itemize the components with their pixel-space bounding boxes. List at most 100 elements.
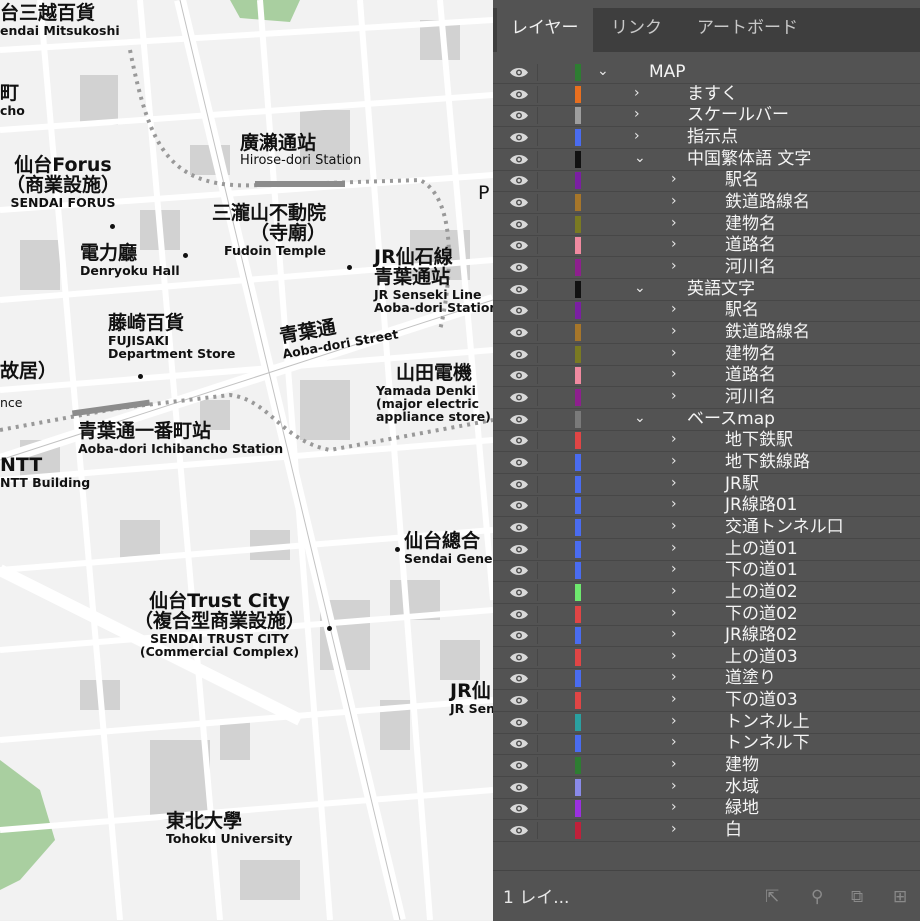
eye-icon[interactable] bbox=[509, 153, 529, 166]
chevron-right-icon[interactable]: › bbox=[671, 496, 677, 512]
layer-row[interactable]: › JR駅 bbox=[493, 474, 920, 496]
layer-name[interactable]: 建物名 bbox=[725, 214, 776, 235]
eye-icon[interactable] bbox=[509, 283, 529, 296]
layer-name[interactable]: 指示点 bbox=[687, 127, 738, 148]
layer-row[interactable]: › JR線路02 bbox=[493, 625, 920, 647]
layer-name[interactable]: トンネル上 bbox=[725, 712, 810, 733]
lock-slot[interactable] bbox=[537, 172, 538, 189]
layer-name[interactable]: MAP bbox=[649, 62, 686, 83]
lock-slot[interactable] bbox=[537, 627, 538, 644]
lock-slot[interactable] bbox=[537, 86, 538, 103]
chevron-down-icon[interactable]: ⌄ bbox=[634, 410, 646, 426]
lock-slot[interactable] bbox=[537, 757, 538, 774]
chevron-right-icon[interactable]: › bbox=[671, 756, 677, 772]
lock-slot[interactable] bbox=[537, 302, 538, 319]
eye-icon[interactable] bbox=[509, 629, 529, 642]
chevron-right-icon[interactable]: › bbox=[671, 821, 677, 837]
layer-row[interactable]: › ますく bbox=[493, 84, 920, 106]
layer-row[interactable]: ⌄ 英語文字 bbox=[493, 279, 920, 301]
layer-row[interactable]: › 道路名 bbox=[493, 365, 920, 387]
eye-icon[interactable] bbox=[509, 196, 529, 209]
eye-icon[interactable] bbox=[509, 369, 529, 382]
tab-links[interactable]: リンク bbox=[597, 8, 676, 52]
chevron-right-icon[interactable]: › bbox=[671, 778, 677, 794]
layer-row[interactable]: › 緑地 bbox=[493, 798, 920, 820]
layer-row[interactable]: › 白 bbox=[493, 820, 920, 842]
chevron-right-icon[interactable]: › bbox=[671, 561, 677, 577]
eye-icon[interactable] bbox=[509, 672, 529, 685]
eye-icon[interactable] bbox=[509, 478, 529, 491]
layer-row[interactable]: › 上の道02 bbox=[493, 582, 920, 604]
map-canvas[interactable]: 台三越百貨 endai Mitsukoshi 町 cho 廣瀨通站 Hirose… bbox=[0, 0, 493, 920]
eye-icon[interactable] bbox=[509, 564, 529, 577]
layer-row[interactable]: › 上の道01 bbox=[493, 539, 920, 561]
eye-icon[interactable] bbox=[509, 66, 529, 79]
layer-name[interactable]: JR駅 bbox=[725, 474, 759, 495]
chevron-right-icon[interactable]: › bbox=[671, 713, 677, 729]
layer-row[interactable]: ⌄ 中国繁体語 文字 bbox=[493, 149, 920, 171]
layer-name[interactable]: 下の道03 bbox=[725, 690, 798, 711]
chevron-right-icon[interactable]: › bbox=[671, 193, 677, 209]
chevron-right-icon[interactable]: › bbox=[634, 85, 640, 101]
layer-row[interactable]: › 鉄道路線名 bbox=[493, 192, 920, 214]
eye-icon[interactable] bbox=[509, 694, 529, 707]
layer-row[interactable]: › 道塗り bbox=[493, 668, 920, 690]
chevron-right-icon[interactable]: › bbox=[671, 583, 677, 599]
lock-slot[interactable] bbox=[537, 194, 538, 211]
collect-icon[interactable]: ⧉ bbox=[851, 887, 871, 907]
new-sublayer-icon[interactable]: ⊞ bbox=[893, 887, 913, 907]
chevron-right-icon[interactable]: › bbox=[671, 734, 677, 750]
chevron-right-icon[interactable]: › bbox=[671, 453, 677, 469]
lock-slot[interactable] bbox=[537, 562, 538, 579]
lock-slot[interactable] bbox=[537, 822, 538, 839]
eye-icon[interactable] bbox=[509, 174, 529, 187]
lock-slot[interactable] bbox=[537, 237, 538, 254]
eye-icon[interactable] bbox=[509, 304, 529, 317]
chevron-right-icon[interactable]: › bbox=[671, 540, 677, 556]
eye-icon[interactable] bbox=[509, 781, 529, 794]
eye-icon[interactable] bbox=[509, 456, 529, 469]
eye-icon[interactable] bbox=[509, 651, 529, 664]
layer-name[interactable]: 上の道01 bbox=[725, 539, 798, 560]
lock-slot[interactable] bbox=[537, 324, 538, 341]
eye-icon[interactable] bbox=[509, 802, 529, 815]
lock-slot[interactable] bbox=[537, 800, 538, 817]
chevron-down-icon[interactable]: ⌄ bbox=[597, 63, 609, 79]
lock-slot[interactable] bbox=[537, 107, 538, 124]
layer-row[interactable]: › スケールバー bbox=[493, 105, 920, 127]
layer-row[interactable]: › 地下鉄駅 bbox=[493, 430, 920, 452]
lock-slot[interactable] bbox=[537, 476, 538, 493]
tab-artboards[interactable]: アートボード bbox=[683, 8, 812, 52]
eye-icon[interactable] bbox=[509, 239, 529, 252]
tab-layers[interactable]: レイヤー bbox=[497, 8, 593, 52]
chevron-right-icon[interactable]: › bbox=[671, 605, 677, 621]
eye-icon[interactable] bbox=[509, 716, 529, 729]
lock-slot[interactable] bbox=[537, 649, 538, 666]
eye-icon[interactable] bbox=[509, 434, 529, 447]
eye-icon[interactable] bbox=[509, 608, 529, 621]
layer-name[interactable]: 緑地 bbox=[725, 798, 759, 819]
lock-slot[interactable] bbox=[537, 541, 538, 558]
chevron-right-icon[interactable]: › bbox=[671, 366, 677, 382]
layer-row[interactable]: › トンネル上 bbox=[493, 712, 920, 734]
chevron-right-icon[interactable]: › bbox=[671, 475, 677, 491]
layer-name[interactable]: スケールバー bbox=[687, 105, 789, 126]
layer-name[interactable]: 上の道03 bbox=[725, 647, 798, 668]
lock-slot[interactable] bbox=[537, 454, 538, 471]
lock-slot[interactable] bbox=[537, 606, 538, 623]
lock-slot[interactable] bbox=[537, 151, 538, 168]
eye-icon[interactable] bbox=[509, 261, 529, 274]
chevron-right-icon[interactable]: › bbox=[671, 626, 677, 642]
layer-row[interactable]: › 交通トンネル口 bbox=[493, 517, 920, 539]
layer-row[interactable]: › 建物 bbox=[493, 755, 920, 777]
chevron-right-icon[interactable]: › bbox=[671, 431, 677, 447]
lock-slot[interactable] bbox=[537, 367, 538, 384]
layer-row[interactable]: › 指示点 bbox=[493, 127, 920, 149]
lock-slot[interactable] bbox=[537, 389, 538, 406]
layer-name[interactable]: 英語文字 bbox=[687, 279, 755, 300]
lock-slot[interactable] bbox=[537, 670, 538, 687]
layer-name[interactable]: 地下鉄線路 bbox=[725, 452, 810, 473]
layer-row[interactable]: › 下の道03 bbox=[493, 690, 920, 712]
layer-row[interactable]: › 駅名 bbox=[493, 170, 920, 192]
lock-slot[interactable] bbox=[537, 216, 538, 233]
